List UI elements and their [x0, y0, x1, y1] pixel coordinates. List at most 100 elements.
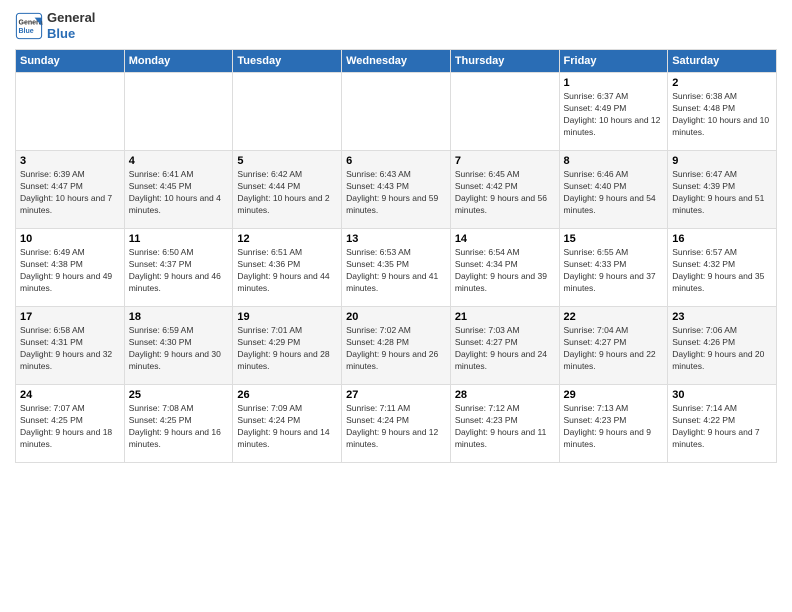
day-number: 25	[129, 389, 229, 401]
week-row-2: 3 Sunrise: 6:39 AMSunset: 4:47 PMDaylight…	[16, 151, 777, 229]
day-info: Sunrise: 7:13 AMSunset: 4:23 PMDaylight:…	[564, 403, 664, 451]
week-row-1: 1 Sunrise: 6:37 AMSunset: 4:49 PMDaylight…	[16, 73, 777, 151]
calendar-cell: 16 Sunrise: 6:57 AMSunset: 4:32 PMDayligh…	[668, 229, 777, 307]
day-info: Sunrise: 7:08 AMSunset: 4:25 PMDaylight:…	[129, 403, 229, 451]
day-number: 24	[20, 389, 120, 401]
day-number: 22	[564, 311, 664, 323]
day-number: 23	[672, 311, 772, 323]
day-info: Sunrise: 7:02 AMSunset: 4:28 PMDaylight:…	[346, 325, 446, 373]
day-info: Sunrise: 6:38 AMSunset: 4:48 PMDaylight:…	[672, 91, 772, 139]
day-number: 5	[237, 155, 337, 167]
weekday-header-friday: Friday	[559, 50, 668, 73]
calendar-cell: 13 Sunrise: 6:53 AMSunset: 4:35 PMDayligh…	[342, 229, 451, 307]
calendar-cell: 25 Sunrise: 7:08 AMSunset: 4:25 PMDayligh…	[124, 385, 233, 463]
day-number: 13	[346, 233, 446, 245]
calendar-cell: 14 Sunrise: 6:54 AMSunset: 4:34 PMDayligh…	[450, 229, 559, 307]
calendar-cell: 26Sunrise: 7:09 AMSunset: 4:24 PMDayligh…	[233, 385, 342, 463]
week-row-5: 24 Sunrise: 7:07 AMSunset: 4:25 PMDayligh…	[16, 385, 777, 463]
day-info: Sunrise: 6:59 AMSunset: 4:30 PMDaylight:…	[129, 325, 229, 373]
day-number: 9	[672, 155, 772, 167]
weekday-header-saturday: Saturday	[668, 50, 777, 73]
calendar-cell: 10 Sunrise: 6:49 AMSunset: 4:38 PMDayligh…	[16, 229, 125, 307]
calendar-cell: 23 Sunrise: 7:06 AMSunset: 4:26 PMDayligh…	[668, 307, 777, 385]
day-info: Sunrise: 6:51 AMSunset: 4:36 PMDaylight:…	[237, 247, 337, 295]
day-number: 3	[20, 155, 120, 167]
calendar-cell: 5 Sunrise: 6:42 AMSunset: 4:44 PMDaylight…	[233, 151, 342, 229]
day-info: Sunrise: 6:50 AMSunset: 4:37 PMDaylight:…	[129, 247, 229, 295]
calendar-cell: 21Sunrise: 7:03 AMSunset: 4:27 PMDayligh…	[450, 307, 559, 385]
day-number: 4	[129, 155, 229, 167]
day-info: Sunrise: 7:07 AMSunset: 4:25 PMDaylight:…	[20, 403, 120, 451]
day-number: 17	[20, 311, 120, 323]
day-info: Sunrise: 6:41 AMSunset: 4:45 PMDaylight:…	[129, 169, 229, 217]
calendar-table: SundayMondayTuesdayWednesdayThursdayFrid…	[15, 49, 777, 463]
day-number: 15	[564, 233, 664, 245]
calendar-cell: 29 Sunrise: 7:13 AMSunset: 4:23 PMDayligh…	[559, 385, 668, 463]
day-number: 6	[346, 155, 446, 167]
calendar-cell: 8 Sunrise: 6:46 AMSunset: 4:40 PMDaylight…	[559, 151, 668, 229]
day-info: Sunrise: 6:43 AMSunset: 4:43 PMDaylight:…	[346, 169, 446, 217]
day-info: Sunrise: 6:46 AMSunset: 4:40 PMDaylight:…	[564, 169, 664, 217]
day-info: Sunrise: 6:42 AMSunset: 4:44 PMDaylight:…	[237, 169, 337, 217]
day-number: 27	[346, 389, 446, 401]
calendar-cell: 12 Sunrise: 6:51 AMSunset: 4:36 PMDayligh…	[233, 229, 342, 307]
logo: General Blue GeneralBlue	[15, 10, 95, 41]
day-number: 30	[672, 389, 772, 401]
day-info: Sunrise: 7:03 AMSunset: 4:27 PMDaylight:…	[455, 325, 555, 373]
day-number: 28	[455, 389, 555, 401]
day-info: Sunrise: 6:57 AMSunset: 4:32 PMDaylight:…	[672, 247, 772, 295]
day-info: Sunrise: 6:54 AMSunset: 4:34 PMDaylight:…	[455, 247, 555, 295]
svg-text:Blue: Blue	[19, 28, 34, 35]
day-info: Sunrise: 7:06 AMSunset: 4:26 PMDaylight:…	[672, 325, 772, 373]
day-info: Sunrise: 6:37 AMSunset: 4:49 PMDaylight:…	[564, 91, 664, 139]
calendar-cell: 6 Sunrise: 6:43 AMSunset: 4:43 PMDaylight…	[342, 151, 451, 229]
day-info: Sunrise: 6:49 AMSunset: 4:38 PMDaylight:…	[20, 247, 120, 295]
week-row-4: 17 Sunrise: 6:58 AMSunset: 4:31 PMDayligh…	[16, 307, 777, 385]
day-number: 2	[672, 77, 772, 89]
calendar-cell: 30 Sunrise: 7:14 AMSunset: 4:22 PMDayligh…	[668, 385, 777, 463]
calendar-cell	[16, 73, 125, 151]
day-info: Sunrise: 7:11 AMSunset: 4:24 PMDaylight:…	[346, 403, 446, 451]
day-number: 18	[129, 311, 229, 323]
day-info: Sunrise: 6:45 AMSunset: 4:42 PMDaylight:…	[455, 169, 555, 217]
calendar-cell: 27 Sunrise: 7:11 AMSunset: 4:24 PMDayligh…	[342, 385, 451, 463]
day-info: Sunrise: 7:01 AMSunset: 4:29 PMDaylight:…	[237, 325, 337, 373]
day-number: 16	[672, 233, 772, 245]
day-number: 29	[564, 389, 664, 401]
calendar-cell: 17 Sunrise: 6:58 AMSunset: 4:31 PMDayligh…	[16, 307, 125, 385]
day-info: Sunrise: 7:09 AMSunset: 4:24 PMDaylight:…	[237, 403, 337, 451]
day-number: 10	[20, 233, 120, 245]
day-number: 8	[564, 155, 664, 167]
weekday-header-row: SundayMondayTuesdayWednesdayThursdayFrid…	[16, 50, 777, 73]
calendar-cell	[450, 73, 559, 151]
day-info: Sunrise: 6:58 AMSunset: 4:31 PMDaylight:…	[20, 325, 120, 373]
calendar-cell: 28 Sunrise: 7:12 AMSunset: 4:23 PMDayligh…	[450, 385, 559, 463]
day-info: Sunrise: 6:55 AMSunset: 4:33 PMDaylight:…	[564, 247, 664, 295]
weekday-header-sunday: Sunday	[16, 50, 125, 73]
calendar-cell: 19Sunrise: 7:01 AMSunset: 4:29 PMDayligh…	[233, 307, 342, 385]
calendar-cell: 9Sunrise: 6:47 AMSunset: 4:39 PMDaylight…	[668, 151, 777, 229]
calendar-cell: 7 Sunrise: 6:45 AMSunset: 4:42 PMDaylight…	[450, 151, 559, 229]
day-number: 1	[564, 77, 664, 89]
day-info: Sunrise: 7:04 AMSunset: 4:27 PMDaylight:…	[564, 325, 664, 373]
day-info: Sunrise: 6:53 AMSunset: 4:35 PMDaylight:…	[346, 247, 446, 295]
calendar-cell: 4 Sunrise: 6:41 AMSunset: 4:45 PMDaylight…	[124, 151, 233, 229]
calendar-cell	[124, 73, 233, 151]
calendar-cell: 22 Sunrise: 7:04 AMSunset: 4:27 PMDayligh…	[559, 307, 668, 385]
day-info: Sunrise: 7:12 AMSunset: 4:23 PMDaylight:…	[455, 403, 555, 451]
day-info: Sunrise: 7:14 AMSunset: 4:22 PMDaylight:…	[672, 403, 772, 451]
calendar-cell: 18 Sunrise: 6:59 AMSunset: 4:30 PMDayligh…	[124, 307, 233, 385]
calendar-cell	[233, 73, 342, 151]
day-number: 20	[346, 311, 446, 323]
weekday-header-monday: Monday	[124, 50, 233, 73]
calendar-cell: 24 Sunrise: 7:07 AMSunset: 4:25 PMDayligh…	[16, 385, 125, 463]
day-number: 12	[237, 233, 337, 245]
day-number: 7	[455, 155, 555, 167]
calendar-cell	[342, 73, 451, 151]
calendar-cell: 11Sunrise: 6:50 AMSunset: 4:37 PMDayligh…	[124, 229, 233, 307]
weekday-header-tuesday: Tuesday	[233, 50, 342, 73]
page-container: General Blue GeneralBlue SundayMondayTue…	[0, 0, 792, 473]
day-info: Sunrise: 6:39 AMSunset: 4:47 PMDaylight:…	[20, 169, 120, 217]
day-number: 14	[455, 233, 555, 245]
calendar-cell: 20 Sunrise: 7:02 AMSunset: 4:28 PMDayligh…	[342, 307, 451, 385]
